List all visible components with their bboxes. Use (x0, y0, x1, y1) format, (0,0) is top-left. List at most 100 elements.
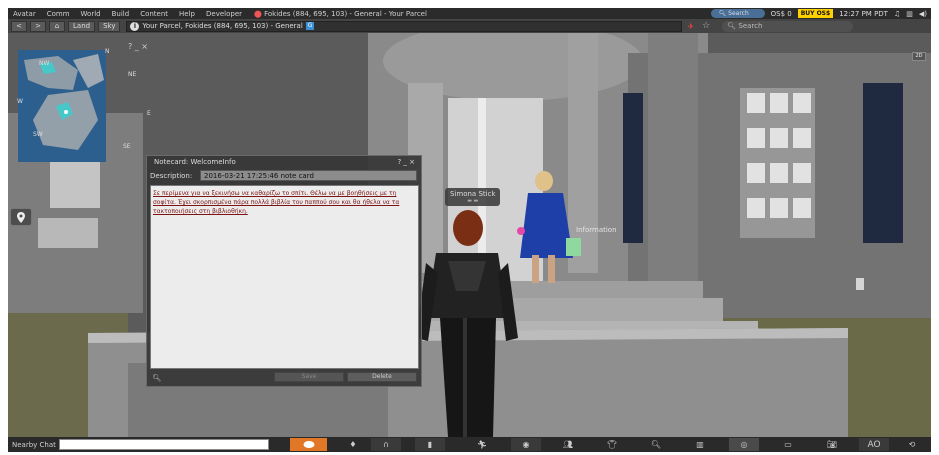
menu-build[interactable]: Build (112, 10, 130, 18)
notecard-search-button[interactable]: 🔍︎ (150, 373, 164, 383)
ao-button[interactable]: AO (859, 438, 889, 451)
audio-button[interactable]: ∩ (371, 438, 401, 451)
appearance-button[interactable]: 👕︎ (597, 438, 627, 451)
map-button[interactable]: ▥ (685, 438, 715, 451)
chat-input[interactable] (58, 439, 269, 450)
minimap-button[interactable]: ◎ (729, 438, 759, 451)
menu-world[interactable]: World (81, 10, 101, 18)
volume-icon[interactable]: ◀) (919, 10, 927, 18)
compass-n: N (105, 48, 110, 55)
magnifier-icon: 🔍︎ (152, 373, 162, 382)
eye-icon: ◉ (522, 440, 530, 449)
camera-button[interactable]: 📷︎ (817, 438, 847, 451)
view-2d-button[interactable]: 2D (912, 52, 926, 61)
speak-button[interactable] (290, 438, 327, 451)
menu-comm[interactable]: Comm (47, 10, 70, 18)
bottom-toolbar: Nearby Chat ♦ ∩ ▮ 🏃︎ ◉ 👥︎ 👕︎ 🔍︎ ▥ ◎ ▭ 📷︎… (8, 437, 931, 452)
landmark-icon[interactable]: ✈ (687, 22, 694, 31)
back-arrow-icon: < (16, 22, 22, 30)
notecard-text: Σε περίμενα για να ξεκινήσω να καθαρίζω … (153, 190, 400, 215)
favorite-star-icon[interactable]: ☆ (702, 21, 710, 31)
search-icon: 🔍︎ (650, 440, 662, 449)
world-view[interactable]: N NW NE W E SW SE ? _ × 2D Simona Stick … (8, 33, 931, 437)
info-icon[interactable]: i (130, 21, 140, 31)
notecard-window-controls[interactable]: ? _ × (397, 158, 415, 166)
walk-icon: 🏃︎ (476, 440, 488, 449)
menu-content[interactable]: Content (140, 10, 168, 18)
rotate-button[interactable]: ⟲ (897, 438, 927, 451)
delete-button[interactable]: Delete (347, 372, 417, 382)
notecard-footer: 🔍︎ Save Delete (150, 371, 419, 384)
maturity-badge: G (305, 22, 315, 30)
search-menus-icon: 🔍︎ (718, 10, 729, 17)
save-button[interactable]: Save (274, 372, 344, 382)
clock: 12:27 PM PDT (839, 9, 888, 18)
headphones-icon: ∩ (383, 440, 389, 449)
nearby-chat-button[interactable]: Nearby Chat (12, 441, 56, 449)
microphone-icon: ♦ (349, 440, 357, 449)
view-button[interactable]: ◉ (511, 438, 541, 451)
map-icon: ▥ (696, 440, 704, 449)
land-button[interactable]: Land (68, 20, 96, 32)
voice-icon[interactable]: ▥ (906, 10, 913, 18)
map-pin-button[interactable] (10, 208, 32, 226)
compass-sw: SW (33, 131, 43, 138)
compass-w: W (17, 98, 23, 105)
media-icon[interactable]: ♫ (894, 10, 900, 18)
voice-settings-button[interactable]: ♦ (344, 438, 362, 451)
location-pin-icon (17, 211, 25, 223)
status-area: 🔍︎ Search Menus OS$ 0 BUY OS$ 12:27 PM P… (710, 8, 927, 26)
notecard-body[interactable]: Σε περίμενα για να ξεκινήσω να καθαρίζω … (150, 185, 419, 369)
search-placeholder: Search (738, 22, 763, 30)
navigation-bar: < > ⌂ Land Sky i Your Parcel, Fokides (8… (8, 19, 931, 33)
search-button[interactable]: 🔍︎ (641, 438, 671, 451)
move-button[interactable]: 🏃︎ (467, 438, 497, 451)
address-field[interactable]: i Your Parcel, Fokides (884, 695, 103) -… (126, 20, 683, 32)
address-text: Your Parcel, Fokides (884, 695, 103) - G… (142, 22, 303, 30)
avatar-name-tag: Simona Stick ▬ ▬ (445, 188, 501, 206)
menu-help[interactable]: Help (179, 10, 195, 18)
description-row: Description: 2016-03-21 17:25:46 note ca… (150, 170, 417, 181)
description-label: Description: (150, 171, 193, 180)
menu-avatar[interactable]: Avatar (13, 10, 36, 18)
groups-button[interactable]: 👥︎ (553, 438, 583, 451)
compass-e: E (147, 110, 151, 117)
notecard-window: Notecard: WelcomeInfo ? _ × Description:… (146, 155, 422, 387)
forward-button[interactable]: > (30, 20, 46, 32)
compass-ne: NE (128, 71, 137, 78)
minimap-window-controls[interactable]: ? _ × (128, 42, 148, 51)
forward-arrow-icon: > (35, 22, 41, 30)
home-button[interactable]: ⌂ (49, 20, 65, 32)
compass-nw: NW (39, 60, 50, 67)
information-label: Information (576, 226, 617, 234)
balance[interactable]: OS$ 0 (771, 10, 792, 18)
location-title-text: Fokides (884, 695, 103) - General - Your… (264, 9, 427, 18)
minimap[interactable]: N NW NE W E SW SE ? _ × (13, 38, 151, 168)
parcel-flag-icon: ⬤ (254, 9, 265, 18)
shirt-icon: 👕︎ (606, 440, 618, 449)
menu-developer[interactable]: Developer (206, 10, 242, 18)
people-icon: 👥︎ (562, 440, 574, 449)
search-icon: 🔍︎ (727, 22, 739, 30)
camera-icon: 📷︎ (826, 440, 838, 449)
profile-icon: ▮ (427, 440, 433, 449)
home-icon: ⌂ (54, 22, 60, 30)
radar-icon: ◎ (740, 440, 748, 449)
menu-bar: Avatar Comm World Build Content Help Dev… (8, 8, 931, 26)
compass-se: SE (123, 143, 131, 150)
snapshot-button[interactable]: ▭ (773, 438, 803, 451)
sky-button[interactable]: Sky (98, 20, 121, 32)
back-button[interactable]: < (11, 20, 27, 32)
film-icon: ▭ (784, 440, 792, 449)
search-input[interactable]: 🔍︎ Search (722, 20, 854, 32)
voice-indicator-icon: ▬ ▬ (467, 198, 479, 204)
minimap-terrain[interactable] (18, 50, 106, 162)
speech-bubble-icon (303, 440, 314, 448)
location-title: ⬤ Fokides (884, 695, 103) - General - Yo… (254, 10, 427, 18)
search-menus-field[interactable]: 🔍︎ Search Menus (710, 9, 765, 26)
avatar-name: Simona Stick (450, 190, 496, 198)
notecard-title[interactable]: Notecard: WelcomeInfo (147, 156, 421, 168)
description-field[interactable]: 2016-03-21 17:25:46 note card (200, 170, 417, 181)
buy-currency-button[interactable]: BUY OS$ (797, 9, 834, 18)
people-button[interactable]: ▮ (415, 438, 445, 451)
